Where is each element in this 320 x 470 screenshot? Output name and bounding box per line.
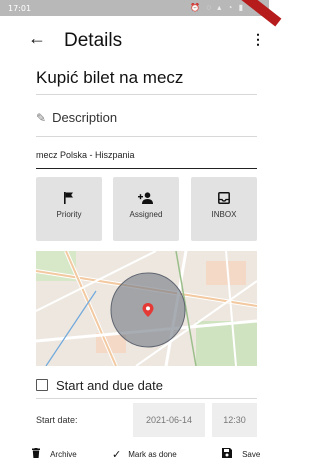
schedule-divider [36, 398, 257, 399]
save-icon [222, 448, 235, 461]
mark-done-button[interactable]: ✓ Mark as done [112, 448, 177, 461]
location-map[interactable] [36, 251, 257, 366]
description-underline [36, 168, 257, 169]
start-time-field[interactable]: 12:30 [212, 403, 257, 437]
archive-button[interactable]: Archive [32, 448, 77, 461]
description-label: Description [52, 110, 118, 125]
description-input[interactable]: mecz Polska - Hiszpania [36, 150, 135, 160]
more-options-icon[interactable]: ⋮ [251, 31, 265, 48]
status-time: 17:01 [8, 4, 32, 13]
schedule-label: Start and due date [56, 378, 163, 393]
page-title: Details [64, 30, 123, 51]
inbox-tile[interactable]: INBOX [191, 177, 257, 241]
assigned-tile[interactable]: Assigned [113, 177, 179, 241]
inbox-icon [191, 192, 257, 206]
pencil-icon: ✎ [36, 111, 47, 125]
check-icon: ✓ [112, 449, 122, 461]
app-bar: ← Details ⋮ [0, 22, 269, 62]
save-label: Save [242, 450, 261, 459]
map-graphic [36, 251, 257, 366]
task-title[interactable]: Kupić bilet na mecz [36, 68, 183, 88]
schedule-heading: Start and due date [36, 378, 163, 393]
action-tiles: Priority Assigned INBOX [36, 177, 257, 241]
archive-label: Archive [50, 450, 77, 459]
trash-icon [32, 448, 43, 461]
priority-tile[interactable]: Priority [36, 177, 102, 241]
start-date-field[interactable]: 2021-06-14 [133, 403, 205, 437]
description-divider [36, 136, 257, 137]
start-date-label: Start date: [36, 415, 78, 425]
status-icons: ⏰ ◌ ▴ ◔ ▮ [190, 3, 245, 12]
calendar-icon [36, 379, 48, 391]
person-add-icon [113, 192, 179, 206]
save-button[interactable]: Save [222, 448, 260, 461]
bottom-action-bar: Archive ✓ Mark as done Save [0, 444, 269, 468]
assigned-label: Assigned [129, 210, 163, 219]
back-arrow-icon[interactable]: ← [28, 28, 46, 49]
mark-done-label: Mark as done [128, 450, 177, 459]
title-divider [36, 94, 257, 95]
status-bar: 17:01 ⏰ ◌ ▴ ◔ ▮ [0, 0, 269, 16]
priority-label: Priority [56, 210, 82, 219]
description-heading: ✎ Description [36, 110, 117, 125]
flag-icon [36, 192, 102, 206]
inbox-label: INBOX [211, 210, 237, 219]
